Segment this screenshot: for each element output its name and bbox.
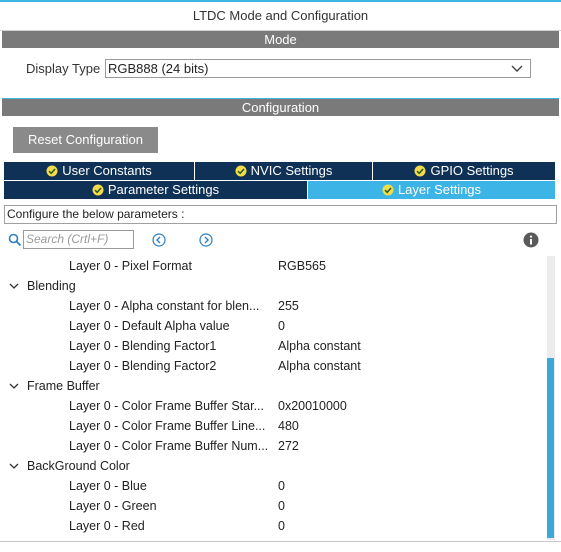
chevron-down-icon[interactable] [9, 461, 19, 471]
display-type-value: RGB888 (24 bits) [108, 61, 209, 76]
configure-hint: Configure the below parameters : [4, 205, 557, 224]
tab-layer-settings[interactable]: Layer Settings [308, 181, 555, 199]
parameter-name: Layer 0 - Blue [69, 479, 147, 493]
parameter-row[interactable]: Layer 0 - Red 0 [0, 516, 545, 536]
parameter-row[interactable]: Layer 0 - Color Frame Buffer Line... 480 [0, 416, 545, 436]
parameter-row[interactable]: Layer 0 - Color Frame Buffer Star... 0x20… [0, 396, 545, 416]
display-type-label: Display Type [26, 61, 101, 76]
group-name: BackGround Color [27, 459, 130, 473]
check-circle-icon [92, 184, 104, 196]
next-match-icon[interactable] [199, 233, 213, 247]
tab-label: NVIC Settings [250, 163, 333, 178]
tab-user-constants[interactable]: User Constants [4, 162, 195, 180]
previous-match-icon[interactable] [152, 233, 166, 247]
parameter-value[interactable]: Alpha constant [278, 356, 361, 376]
tab-gpio-settings[interactable]: GPIO Settings [373, 162, 555, 180]
parameter-name: Layer 0 - Red [69, 519, 145, 533]
parameter-name: Layer 0 - Default Alpha value [69, 319, 230, 333]
check-circle-icon [235, 165, 247, 177]
scrollbar-thumb[interactable] [547, 358, 554, 538]
parameter-value[interactable]: 255 [278, 296, 299, 316]
display-type-select[interactable]: RGB888 (24 bits) [105, 59, 531, 78]
parameter-name: Layer 0 - Color Frame Buffer Num... [69, 439, 269, 453]
chevron-down-icon[interactable] [9, 381, 19, 391]
parameter-value[interactable]: 0 [278, 316, 285, 336]
parameter-value[interactable]: Alpha constant [278, 336, 361, 356]
chevron-down-icon[interactable] [9, 281, 19, 291]
parameter-value[interactable]: RGB565 [278, 256, 326, 276]
parameter-name: Layer 0 - Pixel Format [69, 259, 192, 273]
reset-configuration-button[interactable]: Reset Configuration [13, 127, 158, 153]
parameter-row[interactable]: Layer 0 - Pixel Format RGB565 [0, 256, 545, 276]
check-circle-icon [382, 184, 394, 196]
mode-section-header[interactable]: Mode [2, 31, 559, 48]
check-circle-icon [414, 165, 426, 177]
tab-label: GPIO Settings [430, 163, 514, 178]
parameter-value[interactable]: 272 [278, 436, 299, 456]
parameter-name: Layer 0 - Alpha constant for blen... [69, 299, 260, 313]
group-header[interactable]: BackGround Color [0, 456, 545, 476]
parameter-tree: Layer 0 - Pixel Format RGB565 Blending Laye… [0, 256, 545, 540]
parameter-name: Layer 0 - Green [69, 499, 157, 513]
chevron-down-icon [511, 65, 523, 72]
parameter-value[interactable]: 0 [278, 476, 285, 496]
bottom-border [0, 541, 561, 542]
parameter-name: Layer 0 - Color Frame Buffer Star... [69, 399, 264, 413]
tab-label: Parameter Settings [107, 182, 220, 197]
parameter-row[interactable]: Layer 0 - Blending Factor1 Alpha constant [0, 336, 545, 356]
search-icon [8, 233, 22, 247]
tab-parameter-settings[interactable]: Parameter Settings [4, 181, 308, 199]
parameter-row[interactable]: Layer 0 - Blending Factor2 Alpha constant [0, 356, 545, 376]
tab-label: Layer Settings [397, 182, 482, 197]
parameter-value[interactable]: 480 [278, 416, 299, 436]
parameter-row[interactable]: Layer 0 - Green 0 [0, 496, 545, 516]
configuration-section-header[interactable]: Configuration [2, 98, 559, 116]
window-title: LTDC Mode and Configuration [0, 2, 561, 31]
tab-label: User Constants [62, 163, 152, 178]
group-header[interactable]: Blending [0, 276, 545, 296]
parameter-name: Layer 0 - Color Frame Buffer Line... [69, 419, 266, 433]
parameter-name: Layer 0 - Blending Factor1 [69, 339, 217, 353]
group-name: Frame Buffer [27, 379, 100, 393]
group-header[interactable]: Frame Buffer [0, 376, 545, 396]
info-icon[interactable] [523, 232, 539, 248]
parameter-row[interactable]: Layer 0 - Alpha constant for blen... 255 [0, 296, 545, 316]
group-name: Blending [27, 279, 76, 293]
parameter-row[interactable]: Layer 0 - Default Alpha value 0 [0, 316, 545, 336]
search-input[interactable]: Search (Crtl+F) [23, 230, 134, 249]
parameter-value[interactable]: 0x20010000 [278, 396, 347, 416]
parameter-value[interactable]: 0 [278, 496, 285, 516]
parameter-value[interactable]: 0 [278, 516, 285, 536]
check-circle-icon [46, 165, 58, 177]
parameter-row[interactable]: Layer 0 - Color Frame Buffer Num... 272 [0, 436, 545, 456]
parameter-name: Layer 0 - Blending Factor2 [69, 359, 217, 373]
tab-nvic-settings[interactable]: NVIC Settings [195, 162, 373, 180]
parameter-row[interactable]: Layer 0 - Blue 0 [0, 476, 545, 496]
